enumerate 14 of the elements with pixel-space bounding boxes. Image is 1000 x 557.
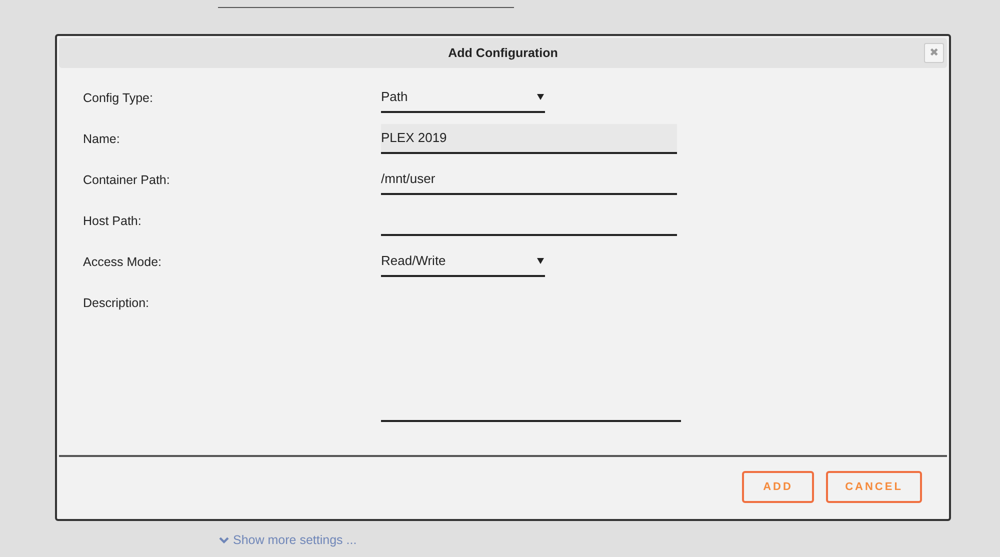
input-field[interactable]: /mnt/user (381, 165, 677, 195)
caret-icon (537, 94, 544, 100)
input-field[interactable]: PLEX 2019 (381, 124, 677, 154)
field-label: Access Mode: (83, 254, 162, 271)
field-label: Config Type: (83, 90, 153, 107)
select-field[interactable]: Path (381, 83, 545, 113)
caret-icon (537, 258, 544, 264)
field-label: Name: (83, 130, 120, 148)
field-label: Container Path: (83, 172, 170, 189)
chevron-icon (219, 536, 229, 544)
field-label: Description: (83, 294, 149, 312)
field-label: Host Path: (83, 212, 142, 230)
dialog-title: Add Configuration (448, 44, 558, 62)
select-field[interactable]: Read/Write (381, 247, 545, 277)
